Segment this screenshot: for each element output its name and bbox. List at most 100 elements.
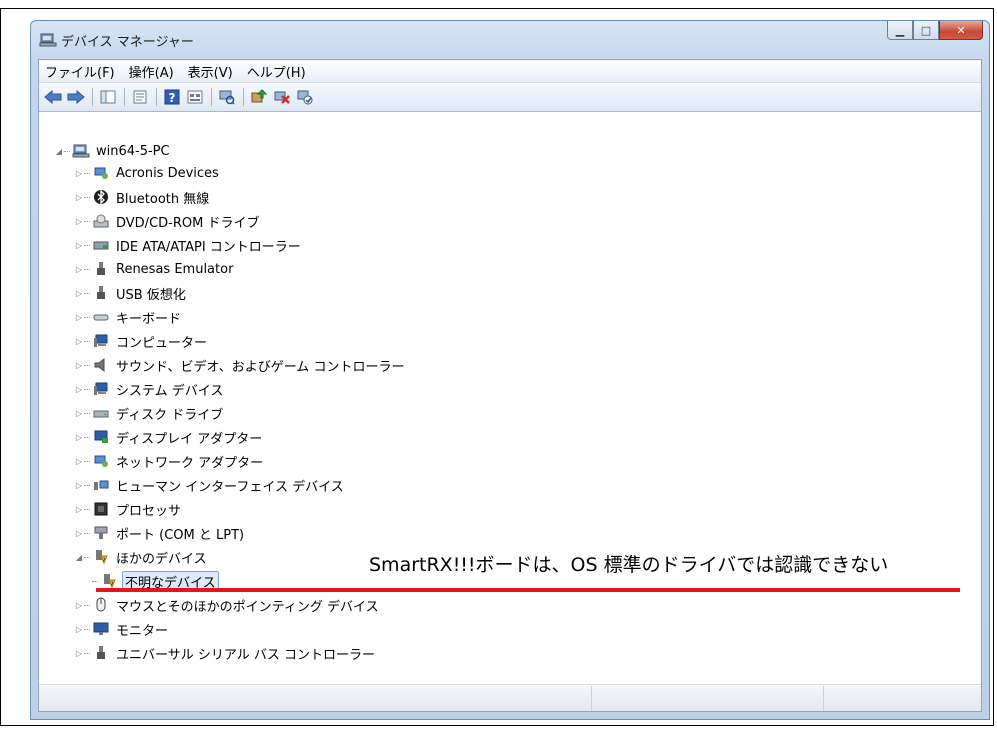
- tree-item-label: キーボード: [116, 311, 182, 327]
- minimize-button[interactable]: ▁: [887, 21, 913, 40]
- tree-connector: [84, 196, 90, 198]
- window-controls: ▁ □ ✕: [887, 21, 983, 41]
- tree-category-item[interactable]: ▷ USB 仮想化: [74, 282, 188, 304]
- toolbar-separator: [211, 88, 212, 106]
- bluetooth-icon: [92, 189, 110, 205]
- tree-connector: [84, 412, 90, 414]
- unknown-device-icon: ?: [92, 549, 110, 565]
- dvd-drive-icon: [92, 213, 110, 229]
- toolbar: ?: [39, 83, 981, 112]
- tree-connector: [84, 460, 90, 462]
- tree-category-item[interactable]: ▷ DVD/CD-ROM ドライブ: [74, 210, 261, 232]
- tree-root-label: win64-5-PC: [96, 143, 170, 159]
- tree-category-item[interactable]: ▷ ディスク ドライブ: [74, 402, 225, 424]
- menu-file[interactable]: ファイル(F): [45, 62, 115, 81]
- tree-category-item[interactable]: ▷ ポート (COM と LPT): [74, 522, 246, 544]
- expand-arrow-icon[interactable]: ▷: [74, 648, 84, 658]
- tree-item-label: DVD/CD-ROM ドライブ: [116, 215, 260, 231]
- tree-connector: [84, 508, 90, 510]
- expand-arrow-icon[interactable]: ▷: [74, 480, 84, 490]
- tree-item-label: システム デバイス: [116, 383, 224, 399]
- tree-connector: [84, 388, 90, 390]
- tree-category-item[interactable]: ▷ ユニバーサル シリアル バス コントローラー: [74, 642, 377, 664]
- expand-arrow-icon[interactable]: ▷: [74, 504, 84, 514]
- forward-button[interactable]: [66, 87, 86, 107]
- menu-bar: ファイル(F) 操作(A) 表示(V) ヘルプ(H): [39, 60, 981, 83]
- tree-category-item[interactable]: ▷ コンピューター: [74, 330, 209, 352]
- forward-arrow-icon: [67, 90, 85, 104]
- tree-category-item[interactable]: ▷ システム デバイス: [74, 378, 225, 400]
- system-device-icon: [92, 381, 110, 397]
- expand-arrow-icon[interactable]: ▷: [74, 264, 84, 274]
- tree-category-item[interactable]: ▷ ヒューマン インターフェイス デバイス: [74, 474, 346, 496]
- menu-view[interactable]: 表示(V): [188, 62, 233, 81]
- tree-category-item[interactable]: ◢? ほかのデバイス: [74, 546, 209, 568]
- tree-item-label: USB 仮想化: [116, 287, 186, 303]
- tree-connector: [84, 604, 90, 606]
- expand-arrow-icon[interactable]: ▷: [74, 192, 84, 202]
- window-title: デバイス マネージャー: [61, 35, 194, 50]
- scan-hardware-button[interactable]: [217, 87, 237, 107]
- tree-category-item[interactable]: ▷ サウンド、ビデオ、およびゲーム コントローラー: [74, 354, 406, 376]
- tree-category-item[interactable]: ▷ Acronis Devices: [74, 162, 221, 184]
- tree-item-label: コンピューター: [116, 335, 208, 351]
- tree-category-item[interactable]: ▷ Renesas Emulator: [74, 258, 235, 280]
- show-hide-tree-button[interactable]: [98, 87, 118, 107]
- computer-icon: [92, 333, 110, 349]
- back-button[interactable]: [43, 87, 63, 107]
- expand-arrow-icon[interactable]: ▷: [74, 624, 84, 634]
- tree-connector: [92, 580, 98, 582]
- tree-category-item[interactable]: ▷ IDE ATA/ATAPI コントローラー: [74, 234, 303, 256]
- tree-item-label: ヒューマン インターフェイス デバイス: [116, 479, 344, 495]
- expand-arrow-icon[interactable]: ▷: [74, 168, 84, 178]
- tree-item-label: モニター: [116, 623, 169, 639]
- tree-category-item[interactable]: ▷ モニター: [74, 618, 170, 640]
- expand-arrow-icon[interactable]: ▷: [74, 360, 84, 370]
- expand-arrow-icon[interactable]: ▷: [74, 456, 84, 466]
- menu-action[interactable]: 操作(A): [129, 62, 174, 81]
- collapse-arrow-icon[interactable]: ◢: [74, 552, 84, 562]
- status-cell-main: [39, 686, 592, 711]
- tree-item-label: サウンド、ビデオ、およびゲーム コントローラー: [116, 359, 405, 375]
- tree-item-label: ほかのデバイス: [116, 551, 207, 567]
- annotation-underline: [96, 588, 960, 592]
- unknown-device-icon: ?: [100, 573, 118, 589]
- tree-item-label: ネットワーク アダプター: [116, 455, 264, 471]
- title-bar[interactable]: デバイス マネージャー ▁ □ ✕: [31, 21, 989, 57]
- expand-arrow-icon[interactable]: ▷: [74, 384, 84, 394]
- svg-text:?: ?: [169, 91, 176, 105]
- tree-item-label: プロセッサ: [116, 503, 182, 519]
- tree-category-item[interactable]: ▷ ディスプレイ アダプター: [74, 426, 264, 448]
- usb-controller-icon: [92, 645, 110, 661]
- tree-category-item[interactable]: ▷ マウスとそのほかのポインティング デバイス: [74, 594, 381, 616]
- properties-button[interactable]: [130, 87, 150, 107]
- tree-category-item[interactable]: ▷ Bluetooth 無線: [74, 186, 211, 208]
- expand-arrow-icon[interactable]: ▷: [74, 408, 84, 418]
- disk-drive-icon: [92, 405, 110, 421]
- expand-arrow-icon[interactable]: ▷: [74, 336, 84, 346]
- expand-arrow-icon[interactable]: ▷: [74, 288, 84, 298]
- uninstall-button[interactable]: [272, 87, 292, 107]
- close-button[interactable]: ✕: [939, 21, 983, 40]
- collapse-arrow-icon[interactable]: ◢: [54, 146, 64, 156]
- help-button[interactable]: ?: [162, 87, 182, 107]
- view-button[interactable]: [185, 87, 205, 107]
- expand-arrow-icon[interactable]: ▷: [74, 528, 84, 538]
- expand-arrow-icon[interactable]: ▷: [74, 240, 84, 250]
- tree-category-item[interactable]: ▷ キーボード: [74, 306, 183, 328]
- menu-help[interactable]: ヘルプ(H): [247, 62, 306, 81]
- tree-category-item[interactable]: ▷ プロセッサ: [74, 498, 183, 520]
- maximize-button[interactable]: □: [913, 21, 939, 40]
- tree-root[interactable]: ◢ win64-5-PC: [54, 140, 172, 162]
- tree-category-item[interactable]: ▷ ネットワーク アダプター: [74, 450, 265, 472]
- disable-button[interactable]: [295, 87, 315, 107]
- expand-arrow-icon[interactable]: ▷: [74, 216, 84, 226]
- expand-arrow-icon[interactable]: ▷: [74, 312, 84, 322]
- expand-arrow-icon[interactable]: ▷: [74, 432, 84, 442]
- usb-device-icon: [92, 285, 110, 301]
- expand-arrow-icon[interactable]: ▷: [74, 600, 84, 610]
- processor-icon: [92, 501, 110, 517]
- tree-connector: [84, 364, 90, 366]
- update-driver-button[interactable]: [249, 87, 269, 107]
- tree-connector: [64, 150, 70, 152]
